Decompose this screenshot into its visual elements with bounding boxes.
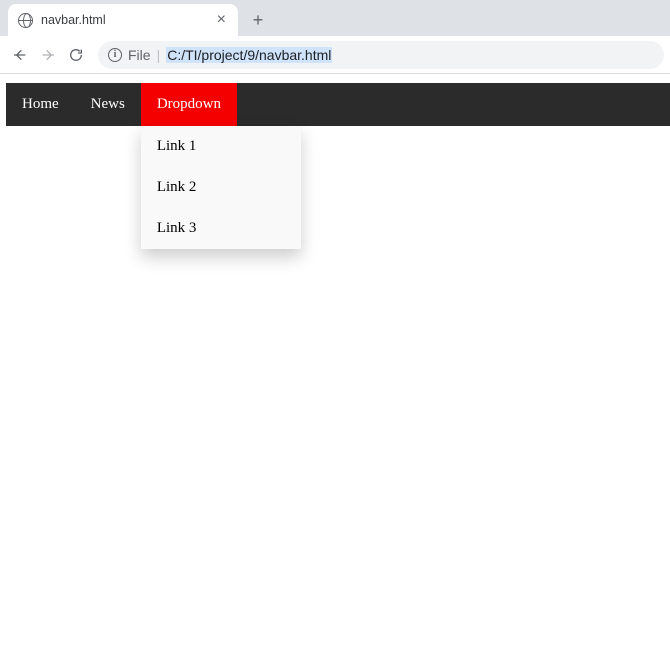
browser-tab[interactable]: navbar.html × (8, 4, 238, 36)
back-button[interactable] (6, 41, 34, 69)
dropdown-item-2[interactable]: Link 2 (141, 167, 301, 208)
page-content: Home News Dropdown Link 1 Link 2 Link 3 (0, 74, 670, 126)
new-tab-button[interactable]: + (244, 6, 272, 34)
nav-link-home[interactable]: Home (6, 83, 75, 126)
nav-dropdown: Dropdown Link 1 Link 2 Link 3 (141, 83, 237, 126)
arrow-left-icon (12, 47, 28, 63)
browser-tab-strip: navbar.html × + (0, 0, 670, 36)
address-bar[interactable]: i File | C:/TI/project/9/navbar.html (98, 41, 664, 69)
forward-button[interactable] (34, 41, 62, 69)
info-icon: i (108, 48, 122, 62)
nav-link-news[interactable]: News (75, 83, 141, 126)
browser-toolbar: i File | C:/TI/project/9/navbar.html (0, 36, 670, 74)
dropdown-button[interactable]: Dropdown (141, 83, 237, 126)
navbar: Home News Dropdown Link 1 Link 2 Link 3 (6, 83, 670, 126)
dropdown-menu: Link 1 Link 2 Link 3 (141, 126, 301, 249)
url-separator: | (157, 47, 161, 63)
tab-title: navbar.html (41, 13, 215, 27)
url-text: C:/TI/project/9/navbar.html (166, 47, 332, 63)
globe-icon (18, 13, 33, 28)
url-scheme-label: File (128, 47, 151, 63)
dropdown-item-3[interactable]: Link 3 (141, 208, 301, 249)
reload-button[interactable] (62, 41, 90, 69)
reload-icon (68, 47, 84, 63)
close-tab-button[interactable]: × (215, 12, 228, 28)
dropdown-item-1[interactable]: Link 1 (141, 126, 301, 167)
arrow-right-icon (40, 47, 56, 63)
